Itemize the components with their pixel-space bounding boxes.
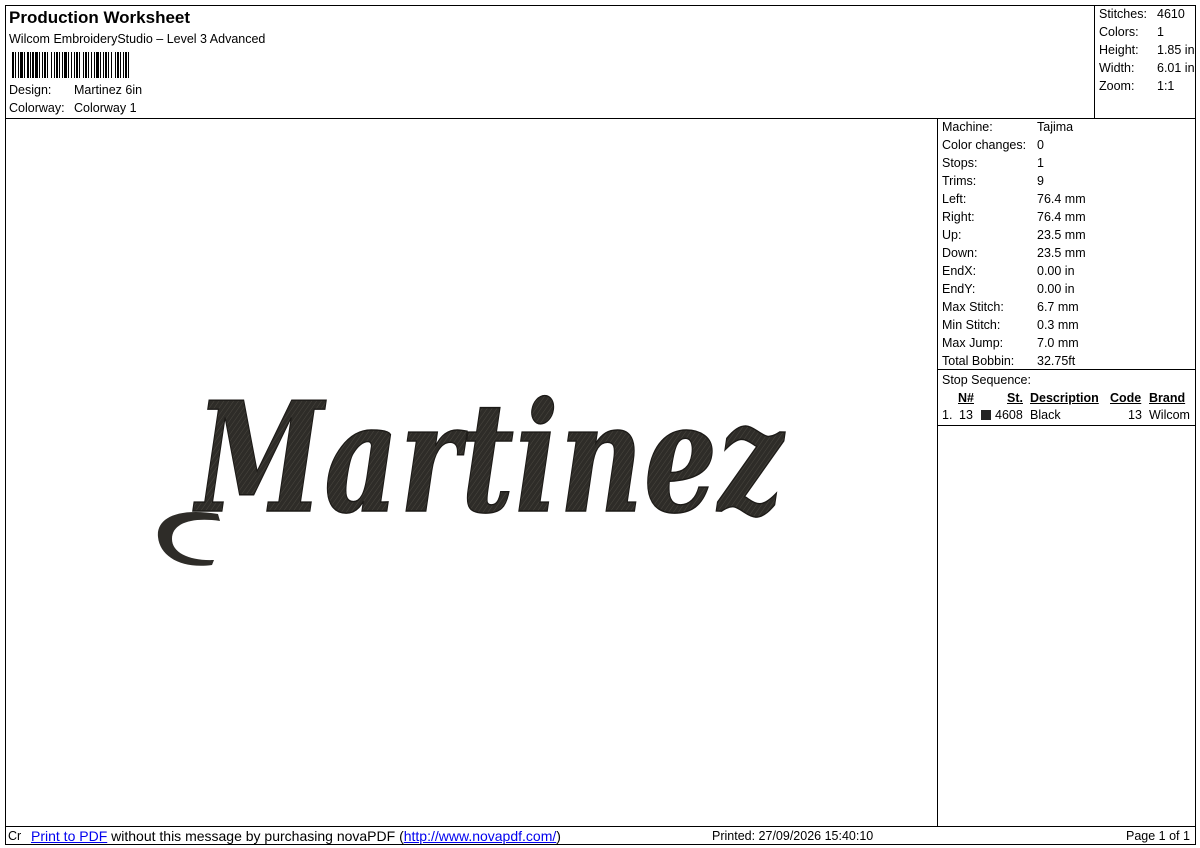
machine-info-row: Max Jump: 7.0 mm (942, 336, 1079, 350)
machine-info-row: Total Bobbin: 32.75ft (942, 354, 1075, 368)
colorway-value: Colorway 1 (74, 101, 137, 115)
machine-info-value: 0 (1037, 138, 1044, 152)
machine-info-label: Color changes: (942, 138, 1027, 152)
machine-info-row: Trims: 9 (942, 174, 1044, 188)
stop-stitches: 4608 (995, 408, 1023, 422)
machine-info-label: Machine: (942, 120, 993, 134)
stat-label: Zoom: (1099, 79, 1135, 93)
machine-info-label: EndY: (942, 282, 976, 296)
column-header-n: N# (958, 391, 974, 405)
machine-info-value: 0.00 in (1037, 282, 1075, 296)
panel-divider (938, 425, 1196, 426)
machine-info-value: 23.5 mm (1037, 246, 1086, 260)
stat-height: Height: 1.85 in (1099, 43, 1195, 57)
machine-info-value: 7.0 mm (1037, 336, 1079, 350)
page-number: Page 1 of 1 (1126, 829, 1190, 843)
stop-needle: 13 (959, 408, 973, 422)
machine-info-label: Min Stitch: (942, 318, 1001, 332)
barcode (12, 52, 212, 78)
machine-info-label: Left: (942, 192, 967, 206)
machine-info-row: Max Stitch: 6.7 mm (942, 300, 1079, 314)
machine-info-row: Down: 23.5 mm (942, 246, 1086, 260)
machine-info-label: Down: (942, 246, 978, 260)
worksheet-header: Production Worksheet Wilcom EmbroiderySt… (6, 6, 1094, 118)
machine-info-row: EndY: 0.00 in (942, 282, 1075, 296)
stat-value: 6.01 in (1157, 61, 1195, 75)
machine-info-label: Total Bobbin: (942, 354, 1015, 368)
software-name: Wilcom EmbroideryStudio – Level 3 Advanc… (9, 32, 266, 46)
novapdf-url-link[interactable]: http://www.novapdf.com/ (404, 828, 557, 844)
machine-info-value: 0.00 in (1037, 264, 1075, 278)
stop-brand: Wilcom (1149, 408, 1190, 422)
stat-label: Stitches: (1099, 7, 1147, 21)
machine-info-value: 1 (1037, 156, 1044, 170)
stop-code: 13 (1128, 408, 1142, 422)
colorway-row: Colorway: Colorway 1 (9, 101, 137, 115)
machine-info-row: Min Stitch: 0.3 mm (942, 318, 1079, 332)
colorway-label: Colorway: (9, 101, 65, 115)
machine-info-row: Color changes: 0 (942, 138, 1044, 152)
stat-value: 1:1 (1157, 79, 1175, 93)
design-stats: Stitches: 4610 Colors: 1 Height: 1.85 in Wi… (1094, 6, 1196, 118)
machine-info-label: Max Stitch: (942, 300, 1004, 314)
machine-info-value: 6.7 mm (1037, 300, 1079, 314)
stat-label: Colors: (1099, 25, 1139, 39)
stat-stitches: Stitches: 4610 (1099, 7, 1185, 21)
page-footer: Cr Print to PDF without this message by … (6, 827, 1195, 845)
machine-info-panel: Machine: Tajima Color changes: 0 Stops: 1 Trim… (937, 119, 1196, 826)
design-label: Design: (9, 83, 52, 97)
stop-index: 1. (942, 408, 953, 422)
design-value: Martinez 6in (74, 83, 143, 97)
machine-info-row: EndX: 0.00 in (942, 264, 1075, 278)
stat-value: 1 (1157, 25, 1164, 39)
column-header-description: Description (1030, 391, 1099, 405)
stop-sequence-title: Stop Sequence: (942, 373, 1031, 387)
machine-info-row: Up: 23.5 mm (942, 228, 1086, 242)
embroidered-text: Martinez (192, 368, 785, 547)
panel-divider (938, 369, 1196, 370)
notice-close: ) (556, 828, 561, 844)
machine-info-value: Tajima (1037, 120, 1074, 134)
page-title: Production Worksheet (9, 8, 191, 27)
embroidery-preview: Martinez (157, 367, 785, 566)
machine-info-value: 32.75ft (1037, 354, 1076, 368)
machine-info-value: 9 (1037, 174, 1044, 188)
machine-info-row: Left: 76.4 mm (942, 192, 1086, 206)
machine-info-label: Up: (942, 228, 962, 242)
print-to-pdf-link[interactable]: Print to PDF (31, 828, 107, 844)
machine-info-row: Machine: Tajima (942, 120, 1073, 134)
column-header-code: Code (1110, 391, 1142, 405)
stat-width: Width: 6.01 in (1099, 61, 1195, 75)
thread-color-swatch (981, 410, 991, 420)
stat-value: 4610 (1157, 7, 1185, 21)
column-header-brand: Brand (1149, 391, 1186, 405)
stat-colors: Colors: 1 (1099, 25, 1164, 39)
machine-info-label: Right: (942, 210, 975, 224)
machine-info-row: Stops: 1 (942, 156, 1044, 170)
stat-value: 1.85 in (1157, 43, 1195, 57)
machine-info-value: 76.4 mm (1037, 210, 1086, 224)
notice-text: without this message by purchasing novaP… (111, 828, 404, 844)
column-header-st: St. (1007, 391, 1023, 405)
design-name-row: Design: Martinez 6in (9, 83, 142, 97)
machine-info-row: Right: 76.4 mm (942, 210, 1086, 224)
stop-description: Black (1030, 408, 1061, 422)
machine-info-label: EndX: (942, 264, 977, 278)
printed-timestamp: Printed: 27/09/2026 15:40:10 (712, 829, 874, 843)
machine-info-label: Stops: (942, 156, 978, 170)
machine-info-label: Max Jump: (942, 336, 1004, 350)
machine-info-label: Trims: (942, 174, 977, 188)
worksheet-frame: Production Worksheet Wilcom EmbroiderySt… (5, 5, 1196, 845)
design-preview: Martinez (6, 119, 937, 826)
machine-info-value: 0.3 mm (1037, 318, 1079, 332)
footer-prefix: Cr (8, 829, 22, 843)
machine-info-value: 76.4 mm (1037, 192, 1086, 206)
machine-info-value: 23.5 mm (1037, 228, 1086, 242)
stat-label: Width: (1099, 61, 1135, 75)
novapdf-notice: Print to PDF without this message by pur… (31, 828, 561, 844)
stat-zoom: Zoom: 1:1 (1099, 79, 1174, 93)
stat-label: Height: (1099, 43, 1139, 57)
